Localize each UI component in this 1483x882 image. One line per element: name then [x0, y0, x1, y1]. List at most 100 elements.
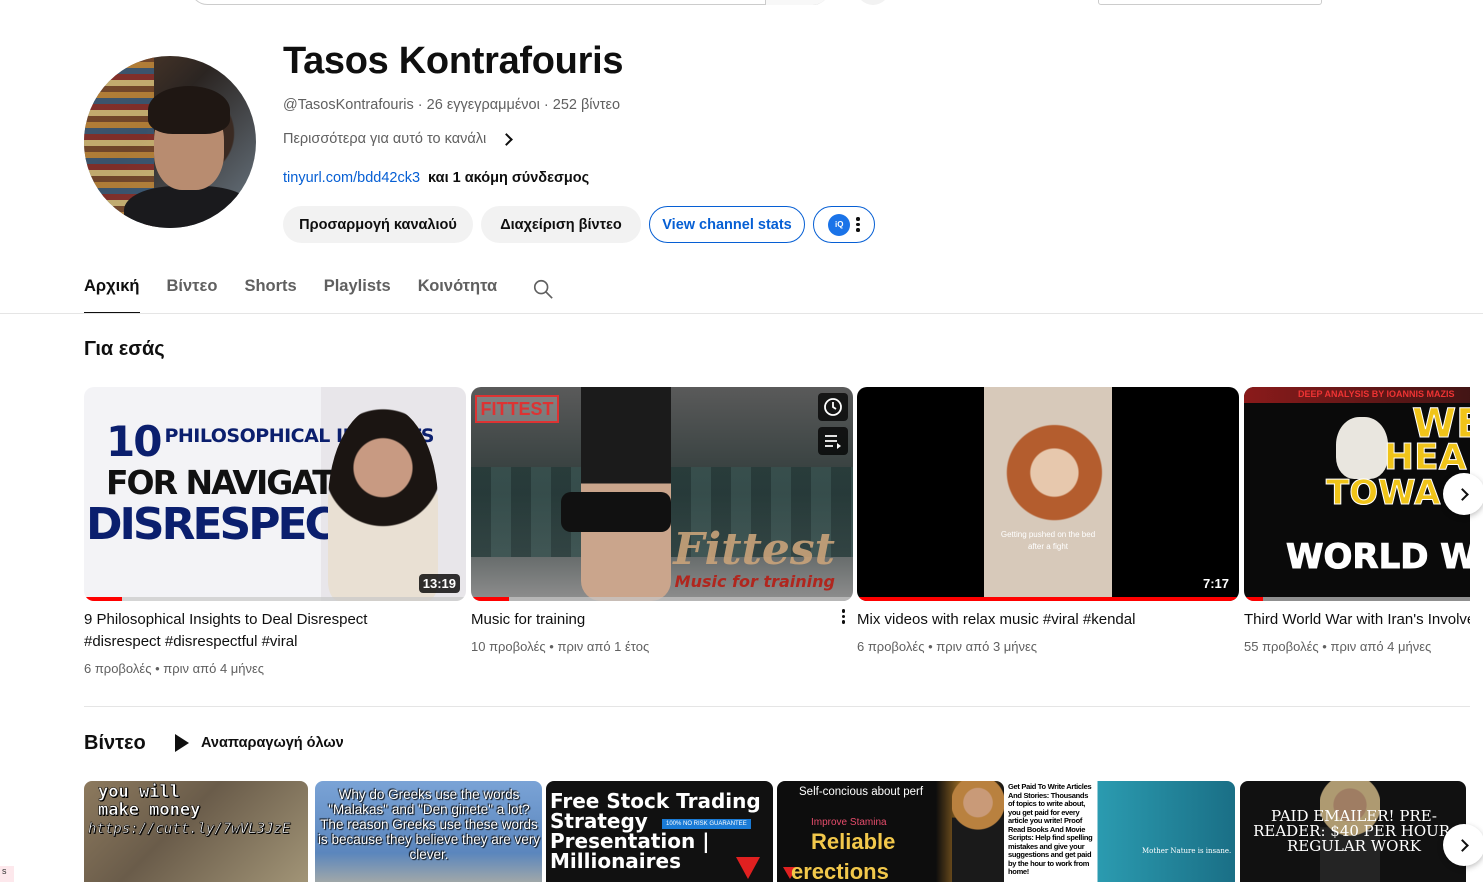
video-meta: 6 προβολές • πριν από 3 μήνες: [857, 639, 1038, 654]
watch-progress: [857, 597, 1239, 601]
watch-progress: [84, 597, 466, 601]
duration-badge: 13:19: [418, 574, 460, 593]
thumb-text: erections: [791, 859, 889, 882]
video-card[interactable]: Getting pushed on the bed after a fight …: [857, 387, 1239, 654]
more-vert-icon: [856, 217, 860, 232]
add-to-queue-icon[interactable]: [818, 427, 848, 455]
channel-meta: @TasosKontrafouris · 26 εγγεγραμμένοι · …: [283, 97, 620, 113]
video-thumbnail[interactable]: FITTEST Fittest Music for training: [471, 387, 853, 601]
video-title[interactable]: Music for training: [471, 609, 853, 631]
thumb-logo: FITTEST: [475, 395, 559, 423]
duration-badge: 7:17: [1198, 574, 1233, 593]
chevron-right-icon: [1455, 838, 1469, 852]
thumb-url: https://cutt.ly/7wVL3JzE: [88, 821, 291, 837]
chevron-right-icon: [1455, 487, 1469, 501]
video-thumbnail[interactable]: DEEP ANALYSIS BY IOANNIS MAZIS WE HEA TO…: [1244, 387, 1470, 601]
voice-search-button[interactable]: [856, 0, 890, 5]
meta-separator: ·: [413, 97, 427, 113]
tab-videos[interactable]: Βίντεο: [167, 268, 218, 314]
play-all-label: Αναπαραγωγή όλων: [201, 735, 344, 751]
upload-age: πριν από 3 μήνες: [936, 639, 1038, 654]
customize-channel-button[interactable]: Προσαρμογή καναλιού: [283, 206, 473, 243]
thumb-text: Fittest: [673, 524, 835, 575]
view-count: 10 προβολές: [471, 639, 546, 654]
thumb-text: Why do Greeks use the words "Malakas" an…: [317, 787, 541, 862]
tab-home[interactable]: Αρχική: [84, 268, 140, 314]
channel-avatar[interactable]: [84, 56, 256, 228]
subscriber-count: 26 εγγεγραμμένοι: [426, 97, 540, 113]
thumb-dumbbell: [561, 492, 671, 532]
video-card[interactable]: DEEP ANALYSIS BY IOANNIS MAZIS WE HEA TO…: [1244, 387, 1470, 654]
channel-links: tinyurl.com/bdd42ck3 και 1 ακόμη σύνδεσμ…: [283, 170, 589, 186]
thumb-line: you will: [98, 782, 180, 802]
play-icon: [175, 734, 189, 752]
search-icon[interactable]: [532, 278, 554, 300]
channel-name: Tasos Kontrafouris: [283, 40, 624, 82]
video-thumbnail[interactable]: Why do Greeks use the words "Malakas" an…: [315, 781, 542, 882]
watch-progress: [471, 597, 853, 601]
thumb-caption: Mother Nature is insane.: [1142, 847, 1232, 855]
avatar-hair: [148, 86, 230, 134]
masthead-extension-field[interactable]: [1098, 0, 1322, 5]
video-thumbnail[interactable]: you will make money https://cutt.ly/7wVL3…: [84, 781, 308, 882]
videos-section-title: Βίντεο: [84, 732, 146, 754]
video-thumbnail[interactable]: PAID EMAILER! PRE-READER: $40 PER HOUR, …: [1240, 781, 1466, 882]
thumb-text: WORLD W: [1286, 537, 1470, 578]
thumb-figure: [984, 387, 1112, 601]
more-vert-icon: [841, 609, 845, 624]
tab-playlists[interactable]: Playlists: [324, 268, 391, 314]
video-card[interactable]: FITTEST Fittest Music for training Music…: [471, 387, 853, 654]
thumb-text: Get Paid To Write Articles And Stories: …: [1008, 782, 1093, 876]
view-count: 6 προβολές: [857, 639, 925, 654]
video-thumbnail[interactable]: 10 PHILOSOPHICAL INSIGHTS FOR NAVIGATING …: [84, 387, 466, 601]
manage-videos-button[interactable]: Διαχείριση βίντεο: [481, 206, 641, 243]
upload-age: πριν από 1 έτος: [557, 639, 650, 654]
video-thumbnail[interactable]: Self-concious about perf Improve Stamina…: [777, 781, 1004, 882]
video-title[interactable]: Third World War with Iran's Involvement …: [1244, 609, 1470, 631]
upload-age: πριν από 4 μήνες: [1330, 639, 1432, 654]
watch-later-icon[interactable]: [818, 393, 848, 421]
meta-separator: ·: [539, 97, 553, 113]
view-channel-stats-button[interactable]: View channel stats: [649, 206, 805, 243]
video-title[interactable]: Mix videos with relax music #viral #kend…: [857, 609, 1239, 631]
thumb-text: Music for training: [674, 572, 835, 591]
action-menu-button[interactable]: [841, 609, 845, 624]
extension-logo-icon: iQ: [828, 213, 851, 236]
video-card[interactable]: 10 PHILOSOPHICAL INSIGHTS FOR NAVIGATING …: [84, 387, 466, 676]
for-you-title: Για εσάς: [84, 338, 165, 360]
thumb-banner-text: DEEP ANALYSIS BY IOANNIS MAZIS: [1298, 389, 1455, 399]
video-thumbnail[interactable]: Get Paid To Write Articles And Stories: …: [1006, 781, 1235, 882]
more-links-button[interactable]: και 1 ακόμη σύνδεσμος: [428, 170, 589, 186]
thumb-text: Self-concious about perf: [799, 786, 924, 798]
carousel-next-button[interactable]: [1443, 473, 1483, 515]
tab-shorts[interactable]: Shorts: [244, 268, 296, 314]
video-thumbnail[interactable]: Getting pushed on the bed after a fight …: [857, 387, 1239, 601]
channel-tabs: Αρχική Βίντεο Shorts Playlists Κοινότητα: [84, 268, 524, 314]
down-triangle-icon: [736, 857, 760, 879]
thumb-number: 10: [106, 417, 162, 466]
section-divider: [84, 706, 1470, 707]
upload-age: πριν από 4 μήνες: [163, 661, 265, 676]
video-meta: 10 προβολές • πριν από 1 έτος: [471, 639, 650, 654]
watch-progress: [1244, 597, 1470, 601]
masthead: [0, 0, 1483, 6]
thumb-caption: Getting pushed on the bed after a fight: [1000, 530, 1096, 551]
play-all-button[interactable]: Αναπαραγωγή όλων: [175, 734, 344, 752]
more-about-label: Περισσότερα για αυτό το κανάλι: [283, 131, 487, 147]
chevron-right-icon: [500, 132, 514, 146]
video-title[interactable]: 9 Philosophical Insights to Deal Disresp…: [84, 609, 466, 653]
extension-menu-button[interactable]: iQ: [813, 206, 875, 243]
tab-community[interactable]: Κοινότητα: [418, 268, 498, 314]
channel-link[interactable]: tinyurl.com/bdd42ck3: [283, 170, 420, 186]
more-about-channel-link[interactable]: Περισσότερα για αυτό το κανάλι: [283, 131, 514, 147]
corner-tag: s: [0, 866, 14, 882]
search-button[interactable]: [765, 0, 830, 5]
tabs-divider: [0, 313, 1483, 314]
thumb-text: Improve Stamina: [811, 817, 887, 828]
video-meta: 55 προβολές • πριν από 4 μήνες: [1244, 639, 1432, 654]
video-thumbnail[interactable]: Free Stock Trading Strategy Presentation…: [546, 781, 773, 882]
search-input[interactable]: [190, 0, 830, 5]
thumb-text: TOWA: [1325, 473, 1441, 514]
carousel-next-button[interactable]: [1443, 824, 1483, 866]
view-count: 55 προβολές: [1244, 639, 1319, 654]
